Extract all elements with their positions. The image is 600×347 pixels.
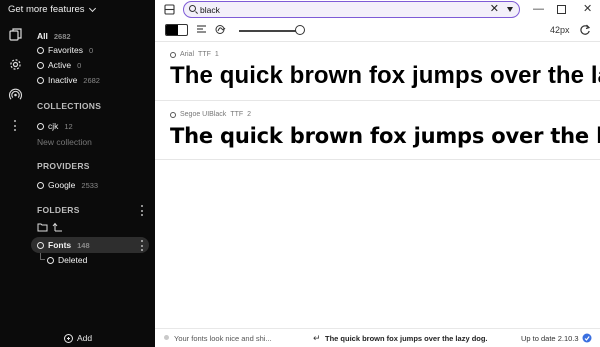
- font-row-meta: Segoe UIBlack TTF 2: [170, 111, 251, 118]
- row-divider: [155, 100, 600, 101]
- add-button-label: Add: [77, 333, 93, 343]
- status-dot-icon: [164, 335, 169, 340]
- font-size-slider-track[interactable]: [239, 30, 301, 32]
- sidebar-item-count: 2682: [83, 75, 100, 85]
- close-icon[interactable]: ✕: [583, 3, 592, 15]
- sidebar-item-label: Fonts: [48, 240, 72, 250]
- font-name: Segoe UIBlack: [180, 111, 227, 118]
- get-more-features-label: Get more features: [8, 4, 85, 15]
- toolbar-divider: [155, 41, 600, 42]
- status-ring-icon: [37, 76, 44, 84]
- glyph-style-icon[interactable]: [214, 23, 227, 36]
- status-bar: Your fonts look nice and shi... ↵ The qu…: [155, 328, 600, 347]
- status-ring-icon: [37, 61, 44, 69]
- sidebar-item-favorites[interactable]: Favorites 0: [37, 45, 93, 55]
- maximize-icon[interactable]: [557, 5, 566, 14]
- status-ring-icon: [37, 46, 44, 54]
- color-swatch-toggle[interactable]: [165, 24, 188, 36]
- font-sample-text[interactable]: The quick brown fox jumps over the lazy …: [170, 124, 600, 148]
- gear-icon[interactable]: [9, 58, 22, 71]
- return-icon: ↵: [313, 333, 321, 343]
- sidebar-item-collection-cjk[interactable]: cjk 12: [37, 121, 73, 131]
- new-collection-link[interactable]: New collection: [37, 137, 92, 147]
- align-left-icon[interactable]: [196, 24, 207, 35]
- get-more-features-menu[interactable]: Get more features: [8, 4, 96, 15]
- search-bar[interactable]: ✕: [183, 1, 520, 18]
- font-format: TTF: [230, 111, 244, 118]
- minimize-icon[interactable]: —: [533, 3, 544, 15]
- sidebar-item-folder-fonts[interactable]: Fonts 148: [37, 240, 90, 250]
- search-input[interactable]: [200, 3, 450, 16]
- font-row-meta: Arial TTF 1: [170, 51, 219, 58]
- sidebar-item-folder-deleted[interactable]: Deleted: [47, 255, 87, 265]
- foreground-color-swatch: [166, 25, 178, 35]
- sidebar: Get more features All 2682 Favorites 0 A…: [0, 0, 155, 347]
- sidebar-item-label: All: [37, 31, 48, 41]
- search-options-dropdown-icon[interactable]: [507, 7, 513, 12]
- library-icon[interactable]: [9, 28, 22, 41]
- folder-options-icon[interactable]: [140, 240, 143, 251]
- font-size-label: 42px: [550, 25, 570, 35]
- add-circle-icon: [64, 333, 73, 343]
- clear-search-icon[interactable]: ✕: [490, 3, 499, 16]
- sidebar-item-label: cjk: [48, 121, 59, 131]
- status-message: Your fonts look nice and shi...: [174, 334, 272, 343]
- folders-heading: FOLDERS: [37, 205, 80, 215]
- font-active-toggle-icon[interactable]: [170, 111, 176, 118]
- sidebar-item-all[interactable]: All 2682: [37, 31, 71, 41]
- sidebar-item-label: Google: [48, 180, 76, 190]
- font-style-count: 1: [214, 51, 219, 58]
- row-divider: [155, 159, 600, 160]
- chevron-down-icon: [88, 4, 96, 12]
- status-ring-icon: [37, 181, 44, 189]
- folder-icon[interactable]: [37, 222, 48, 232]
- sidebar-item-count: 2533: [81, 180, 99, 190]
- sidebar-item-count: 2682: [53, 31, 71, 41]
- font-format: TTF: [198, 51, 211, 58]
- font-size-slider-handle[interactable]: [295, 25, 305, 35]
- update-icon[interactable]: [582, 333, 592, 343]
- providers-heading: PROVIDERS: [37, 161, 90, 171]
- sidebar-item-count: 0: [88, 45, 94, 55]
- broadcast-icon[interactable]: [9, 88, 22, 101]
- sidebar-item-active[interactable]: Active 0: [37, 60, 81, 70]
- status-ring-icon: [47, 256, 54, 264]
- sidebar-item-count: 148: [77, 240, 90, 250]
- version-status: Up to date 2.10.3: [521, 334, 579, 343]
- sidebar-item-label: Active: [48, 60, 72, 70]
- folders-options-icon[interactable]: [140, 205, 143, 216]
- more-options-icon[interactable]: [13, 120, 16, 131]
- sidebar-item-label: Deleted: [58, 255, 88, 265]
- status-ring-icon: [37, 241, 44, 249]
- sidebar-item-inactive[interactable]: Inactive 2682: [37, 75, 100, 85]
- reset-icon[interactable]: [579, 24, 591, 36]
- font-name: Arial: [180, 51, 195, 58]
- status-ring-icon: [37, 122, 44, 130]
- font-active-toggle-icon[interactable]: [170, 51, 176, 58]
- sidebar-item-label: Inactive: [48, 75, 78, 85]
- preview-text-field[interactable]: The quick brown fox jumps over the lazy …: [325, 334, 488, 343]
- sidebar-item-count: 12: [64, 121, 73, 131]
- search-icon: [189, 5, 196, 12]
- font-sample-text[interactable]: The quick brown fox jumps over the lazy …: [170, 62, 600, 90]
- tree-connector: [40, 253, 45, 260]
- sidebar-item-label: Favorites: [48, 45, 83, 55]
- layout-toggle-icon[interactable]: [164, 4, 175, 15]
- sidebar-item-count: 0: [77, 60, 82, 70]
- sidebar-item-provider-google[interactable]: Google 2533: [37, 180, 98, 190]
- parent-folder-icon[interactable]: [52, 222, 63, 232]
- add-button[interactable]: Add: [64, 333, 92, 343]
- collections-heading: COLLECTIONS: [37, 101, 102, 111]
- font-style-count: 2: [247, 111, 252, 118]
